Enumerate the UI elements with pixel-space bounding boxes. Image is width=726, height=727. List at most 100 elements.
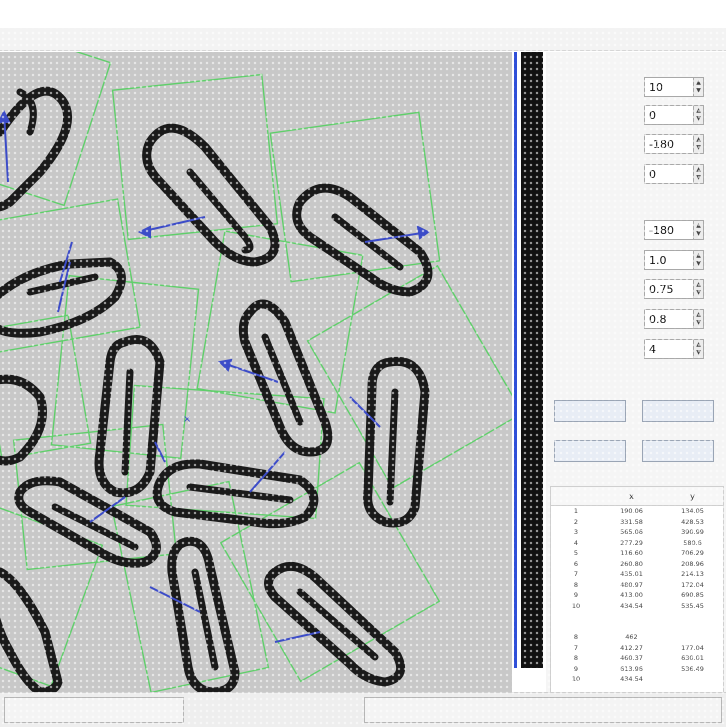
match-param-spin-1[interactable]: ▲ ▼ xyxy=(694,220,704,240)
table-cell: 412.27 xyxy=(620,643,643,652)
chevron-down-icon[interactable]: ▼ xyxy=(696,319,701,327)
template-param-spin-1[interactable]: ▲ ▼ xyxy=(694,77,704,97)
table-cell: 630.01 xyxy=(681,654,704,663)
chevron-down-icon[interactable]: ▼ xyxy=(696,115,701,123)
table-row[interactable] xyxy=(551,611,723,622)
image-canvas[interactable]: × xyxy=(0,52,512,692)
chevron-up-icon[interactable]: ▲ xyxy=(696,136,701,144)
match-param-input-3[interactable]: 0.75 xyxy=(644,279,694,299)
table-cell: 6 xyxy=(573,559,579,568)
table-cell: 7 xyxy=(573,643,579,652)
match-param-input-1[interactable]: -180 xyxy=(644,220,694,240)
table-cell: 8 xyxy=(573,633,579,642)
template-param-input-3[interactable]: -180 xyxy=(644,134,694,154)
table-cell xyxy=(662,674,723,685)
match-param-input-4[interactable]: 0.8 xyxy=(644,309,694,329)
template-param-spin-2[interactable]: ▲ ▼ xyxy=(694,105,704,125)
table-row[interactable]: 6 260.80 208.96 xyxy=(551,559,723,570)
divider-blue xyxy=(514,52,517,668)
chevron-down-icon[interactable]: ▼ xyxy=(696,174,701,182)
chevron-down-icon[interactable]: ▼ xyxy=(696,230,701,238)
table-cell: 9 xyxy=(573,664,579,673)
table-cell: 8 xyxy=(573,580,579,589)
chevron-down-icon[interactable]: ▼ xyxy=(696,87,701,95)
template-param-input-2[interactable]: 0 xyxy=(644,105,694,125)
table-cell: 10 xyxy=(571,675,581,684)
table-cell: 134.05 xyxy=(681,507,704,516)
table-cell xyxy=(601,611,662,622)
chevron-up-icon[interactable]: ▲ xyxy=(696,311,701,319)
scroll-track[interactable] xyxy=(521,52,543,668)
ops-button-4[interactable] xyxy=(642,440,714,462)
chevron-down-icon[interactable]: ▼ xyxy=(696,289,701,297)
open-project-button[interactable] xyxy=(4,697,184,723)
table-cell: 172.04 xyxy=(681,580,704,589)
match-param-row-3: 0.75 ▲ ▼ xyxy=(556,278,722,300)
table-row[interactable]: 10 434.54 535.45 xyxy=(551,601,723,612)
table-row[interactable]: 10 434.54 xyxy=(551,674,723,685)
table-cell: 690.85 xyxy=(681,591,704,600)
table-cell: 116.60 xyxy=(620,549,643,558)
table-cell: 434.54 xyxy=(620,675,643,684)
table-row[interactable]: 9 413.00 690.85 xyxy=(551,590,723,601)
ops-button-2[interactable] xyxy=(642,400,714,422)
table-cell: 2 xyxy=(573,517,579,526)
chevron-up-icon[interactable]: ▲ xyxy=(696,281,701,289)
svg-text:×: × xyxy=(183,414,191,425)
table-cell: 4 xyxy=(573,538,579,547)
table-cell: 10 xyxy=(571,601,581,610)
table-row[interactable]: 8 460.37 630.01 xyxy=(551,653,723,664)
chevron-up-icon[interactable]: ▲ xyxy=(696,79,701,87)
match-param-spin-5[interactable]: ▲ ▼ xyxy=(694,339,704,359)
match-param-input-5[interactable]: 4 xyxy=(644,339,694,359)
table-cell: 390.99 xyxy=(681,528,704,537)
table-row[interactable]: 9 613.96 536.49 xyxy=(551,664,723,675)
table-header-y: y xyxy=(690,491,695,501)
ops-button-3[interactable] xyxy=(554,440,626,462)
chevron-up-icon[interactable]: ▲ xyxy=(696,166,701,174)
table-row[interactable]: 5 116.60 706.29 xyxy=(551,548,723,559)
table-header: x y xyxy=(551,487,723,506)
table-row[interactable]: 3 565.06 390.99 xyxy=(551,527,723,538)
table-cell: 613.96 xyxy=(620,664,643,673)
match-param-input-2[interactable]: 1.0 xyxy=(644,250,694,270)
match-param-spin-4[interactable]: ▲ ▼ xyxy=(694,309,704,329)
table-row[interactable] xyxy=(551,622,723,633)
table-cell: 177.04 xyxy=(681,643,704,652)
table-row[interactable]: 7 412.27 177.04 xyxy=(551,643,723,654)
table-cell xyxy=(662,632,723,643)
table-cell: 706.29 xyxy=(681,549,704,558)
template-param-spin-3[interactable]: ▲ ▼ xyxy=(694,134,704,154)
table-cell: 480.97 xyxy=(620,580,643,589)
table-cell: 535.45 xyxy=(681,601,704,610)
table-cell: 434.54 xyxy=(620,601,643,610)
table-row[interactable]: 7 435.01 214.13 xyxy=(551,569,723,580)
chevron-down-icon[interactable]: ▼ xyxy=(696,349,701,357)
table-row[interactable]: 8 462 xyxy=(551,632,723,643)
chevron-down-icon[interactable]: ▼ xyxy=(696,144,701,152)
save-project-button[interactable] xyxy=(364,697,722,723)
table-row[interactable]: 1 190.06 134.05 xyxy=(551,506,723,517)
table-cell: 413.00 xyxy=(620,591,643,600)
match-param-spin-3[interactable]: ▲ ▼ xyxy=(694,279,704,299)
table-cell: 7 xyxy=(573,570,579,579)
table-row[interactable]: 2 331.58 428.53 xyxy=(551,517,723,528)
table-cell: 428.53 xyxy=(681,517,704,526)
match-param-spin-2[interactable]: ▲ ▼ xyxy=(694,250,704,270)
template-param-input-1[interactable]: 10 xyxy=(644,77,694,97)
chevron-up-icon[interactable]: ▲ xyxy=(696,341,701,349)
table-header-index xyxy=(551,487,601,505)
table-cell: 208.96 xyxy=(681,559,704,568)
chevron-up-icon[interactable]: ▲ xyxy=(696,222,701,230)
table-row[interactable]: 4 277.29 580.6 xyxy=(551,538,723,549)
chevron-up-icon[interactable]: ▲ xyxy=(696,252,701,260)
table-body: 1 190.06 134.05 2 331.58 428.53 3 565.06 390.99 4… xyxy=(551,506,723,685)
template-param-row-3: -180 ▲ ▼ xyxy=(556,133,722,155)
chevron-down-icon[interactable]: ▼ xyxy=(696,260,701,268)
table-row[interactable]: 8 480.97 172.04 xyxy=(551,580,723,591)
template-param-input-4[interactable]: 0 xyxy=(644,164,694,184)
ops-button-1[interactable] xyxy=(554,400,626,422)
table-cell xyxy=(662,611,723,622)
template-param-spin-4[interactable]: ▲ ▼ xyxy=(694,164,704,184)
chevron-up-icon[interactable]: ▲ xyxy=(696,107,701,115)
